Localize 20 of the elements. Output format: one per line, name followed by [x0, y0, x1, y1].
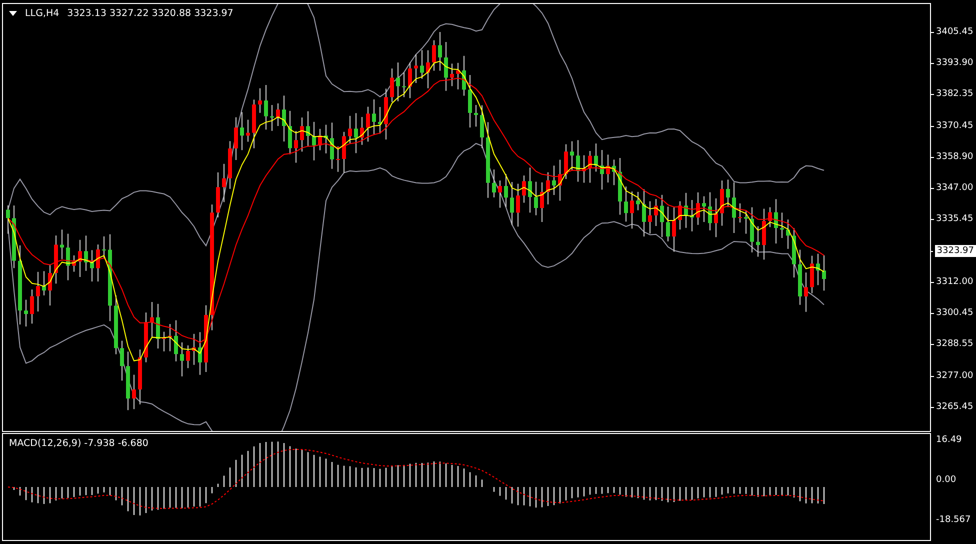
- price-axis-label: 3265.45: [936, 400, 974, 413]
- ohlc-values: 3323.13 3327.22 3320.88 3323.97: [67, 8, 234, 19]
- price-axis-label: 3347.00: [936, 182, 974, 194]
- price-axis-label: 3358.90: [936, 150, 974, 163]
- macd-axis-label: -18.567: [936, 515, 972, 525]
- price-axis-label: 3300.45: [936, 307, 974, 320]
- price-axis-label: 3370.45: [936, 120, 974, 132]
- dropdown-icon[interactable]: [9, 11, 17, 16]
- price-axis-label: 3393.90: [936, 57, 974, 70]
- macd-axis-label: 16.49: [936, 435, 963, 445]
- price-axis-label: 3288.55: [936, 338, 974, 350]
- price-axis-label: 3277.00: [936, 370, 974, 382]
- current-price-label: 3323.97: [934, 244, 976, 257]
- price-axis-label: 3405.45: [936, 26, 974, 38]
- price-axis-label: 3335.45: [936, 213, 974, 226]
- macd-label: MACD(12,26,9) -7.938 -6.680: [9, 438, 148, 449]
- macd-axis-label: 0.00: [936, 475, 958, 485]
- price-axis-label: 3382.35: [936, 88, 974, 100]
- symbol-label: LLG,H4: [25, 8, 60, 19]
- price-axis-label: 3312.00: [936, 276, 974, 288]
